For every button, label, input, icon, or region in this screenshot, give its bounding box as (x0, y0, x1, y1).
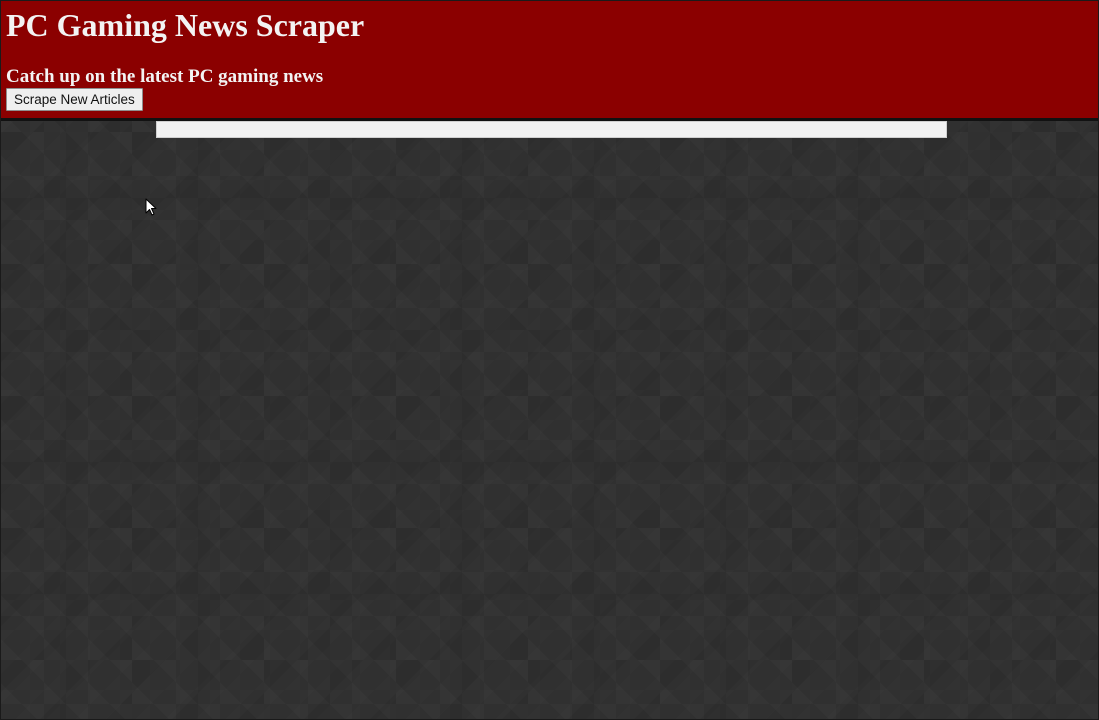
page-title: PC Gaming News Scraper (6, 7, 365, 43)
articles-container (156, 121, 947, 138)
page-subtitle: Catch up on the latest PC gaming news (6, 66, 324, 87)
mouse-pointer-icon (145, 198, 157, 216)
scrape-new-articles-button[interactable]: Scrape New Articles (6, 88, 143, 111)
page-header: PC Gaming News Scraper Catch up on the l… (1, 1, 1098, 121)
